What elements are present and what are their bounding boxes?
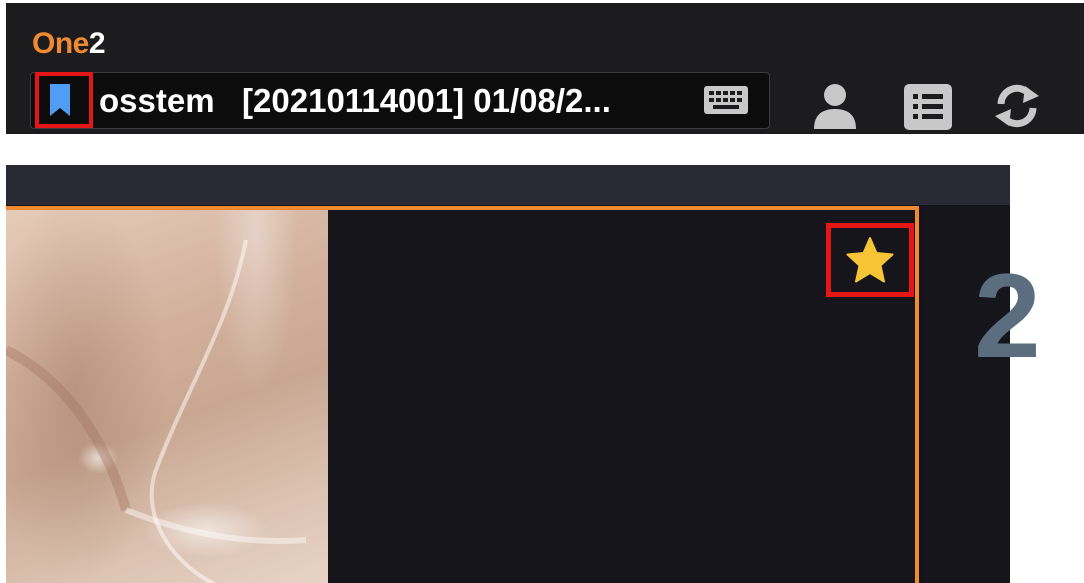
viewer-header-strip [6, 165, 1010, 205]
logo-text-two: 2 [88, 27, 106, 60]
next-card-number: 2 [974, 249, 1041, 383]
patient-selector[interactable]: osstem [20210114001] 01/08/2... [30, 72, 770, 129]
app-logo: One2 [32, 27, 106, 61]
selected-image-card[interactable] [6, 206, 919, 583]
refresh-icon[interactable] [992, 82, 1042, 130]
star-icon[interactable] [844, 235, 896, 285]
logo-text-one: One [32, 27, 89, 60]
next-image-card[interactable]: 2 [922, 206, 1041, 583]
list-icon[interactable] [904, 84, 952, 130]
patient-info: osstem [20210114001] 01/08/2... [99, 82, 611, 119]
intraoral-photo [6, 210, 328, 583]
image-viewer: 2 [6, 165, 1041, 583]
keyboard-icon[interactable] [703, 85, 749, 115]
user-icon[interactable] [810, 81, 860, 131]
bookmark-icon[interactable] [48, 82, 72, 118]
app-header: One2 osstem [20210114001] 01/08/2... [6, 3, 1084, 134]
